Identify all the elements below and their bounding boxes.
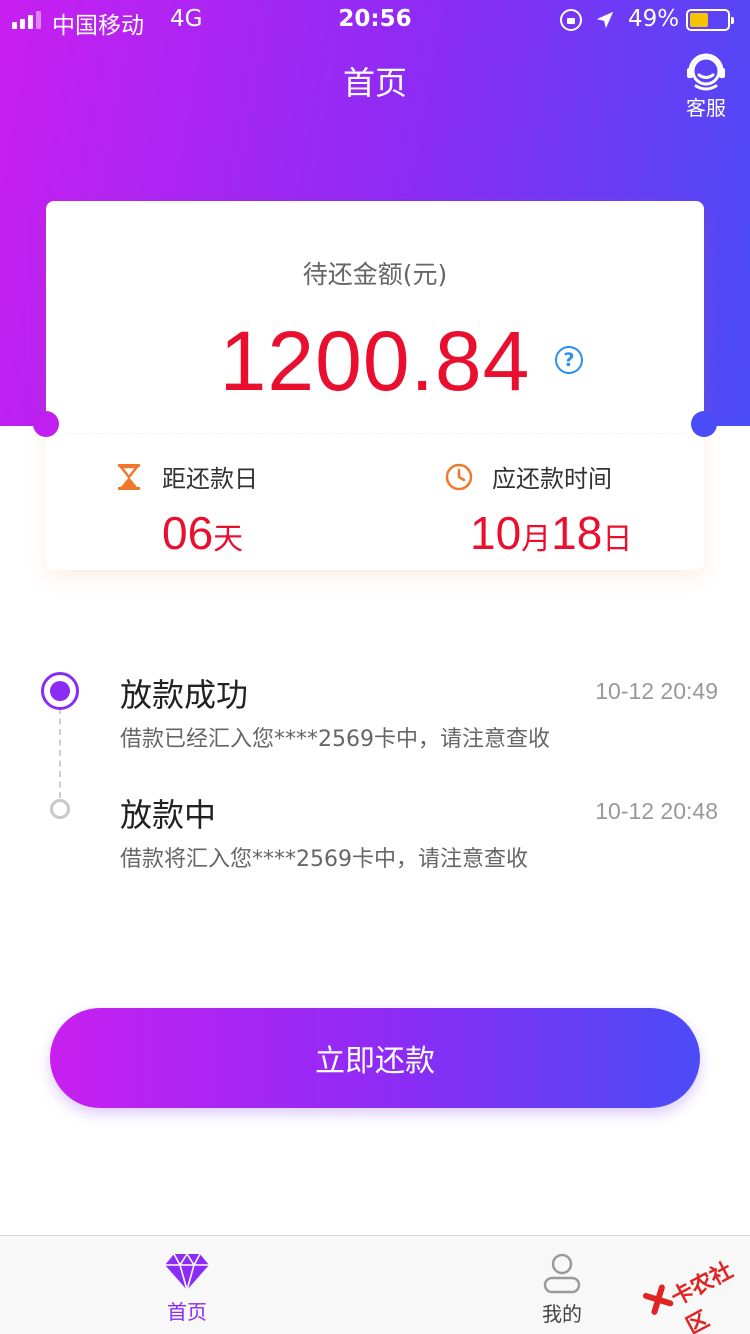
tab-mine-label: 我的 [542, 1302, 582, 1326]
loan-status-timeline: 放款成功 10-12 20:49 借款已经汇入您****2569卡中，请注意查收… [0, 660, 750, 890]
tab-mine[interactable]: 我的 [502, 1236, 622, 1334]
days-value: 06 [162, 507, 214, 559]
timeline-dot-active [41, 672, 79, 710]
days-until-due: 距还款日 06天 [114, 459, 414, 560]
tab-home[interactable]: 首页 [127, 1236, 247, 1334]
due-month: 10 [470, 507, 522, 559]
due-date-label: 应还款时间 [492, 465, 612, 493]
repay-now-button[interactable]: 立即还款 [50, 1008, 700, 1108]
days-unit: 天 [213, 523, 244, 556]
timeline-item-desc: 借款已经汇入您****2569卡中，请注意查收 [120, 727, 550, 752]
battery-level [690, 13, 708, 27]
timeline-item-title: 放款成功 [120, 676, 249, 714]
customer-service-button[interactable]: 客服 [676, 52, 736, 121]
headset-icon [687, 53, 725, 91]
timeline-item-desc: 借款将汇入您****2569卡中，请注意查收 [120, 847, 528, 872]
help-icon[interactable]: ? [555, 346, 583, 374]
orientation-lock-icon [560, 9, 582, 31]
repayment-card: 待还金额(元) 1200.84 ? 距还款日 06天 应还款时间 10月18日 [33, 201, 717, 570]
timeline-item-time: 10-12 20:48 [595, 798, 718, 824]
amount-due-label: 待还金额(元) [302, 260, 448, 289]
due-month-unit: 月 [521, 523, 552, 556]
timeline-item-time: 10-12 20:49 [595, 678, 718, 704]
timeline-connector [59, 708, 61, 798]
tab-home-label: 首页 [167, 1300, 207, 1324]
diamond-icon [165, 1252, 209, 1292]
card-divider [66, 433, 684, 434]
status-bar: 中国移动 4G 20:56 49% [0, 0, 750, 40]
due-day: 18 [551, 507, 603, 559]
timeline-item-title: 放款中 [120, 796, 217, 834]
customer-service-label: 客服 [686, 96, 726, 120]
hourglass-icon [118, 463, 140, 490]
amount-due-value: 1200.84 [219, 314, 531, 408]
location-arrow-icon [596, 11, 614, 29]
user-icon [543, 1253, 581, 1294]
due-date: 应还款时间 10月18日 [444, 459, 744, 560]
clock-icon [445, 463, 473, 490]
days-until-due-label: 距还款日 [162, 465, 258, 493]
battery-icon [686, 9, 734, 31]
due-day-unit: 日 [602, 523, 633, 556]
page-title: 首页 [342, 64, 407, 102]
battery-percentage: 49% [628, 6, 680, 32]
timeline-dot [50, 799, 70, 819]
